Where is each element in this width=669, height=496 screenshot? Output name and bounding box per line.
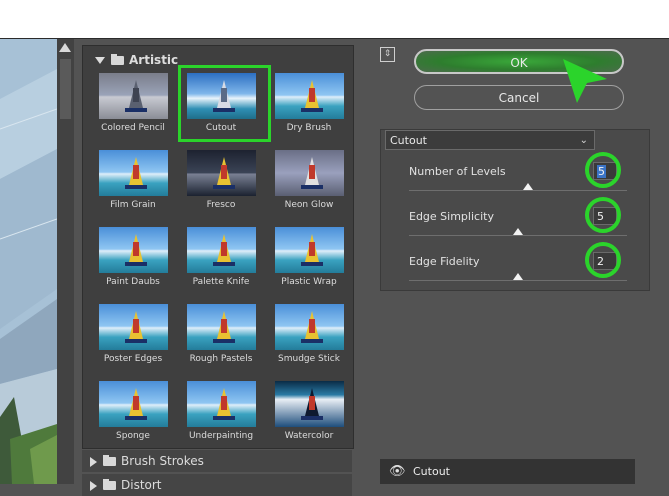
filter-preview-image [275,73,344,119]
edge-fidelity-knob[interactable] [513,273,523,280]
expand-triangle-icon[interactable] [95,57,105,64]
folder-icon [103,455,116,466]
annotation-circle [585,242,621,278]
folder-icon [111,54,124,65]
eye-icon[interactable]: 👁 [389,459,406,484]
preview-artwork [0,39,57,484]
filter-label: Smudge Stick [278,354,340,364]
filter-preview-image [99,150,168,196]
green-arrow-annotation [563,59,607,103]
filter-preview-image [99,73,168,119]
settings-column: ⇕ OK Cancel Cutout ⌄ Number of Levels 5 … [366,39,669,484]
number-of-levels-slider[interactable] [409,190,627,191]
filter-thumb-rough-pastels[interactable]: Rough Pastels [177,299,265,376]
filter-thumb-colored-pencil[interactable]: Colored Pencil [89,68,177,145]
category-label: Distort [121,478,162,492]
filter-preview-image [187,381,256,427]
filter-thumb-paint-daubs[interactable]: Paint Daubs [89,222,177,299]
filter-preview-image [187,150,256,196]
filter-select-value: Cutout [390,134,427,147]
filter-thumb-film-grain[interactable]: Film Grain [89,145,177,222]
number-of-levels-knob[interactable] [523,183,533,190]
filter-label: Poster Edges [103,354,163,364]
selected-filter-highlight [178,65,271,142]
filter-label: Plastic Wrap [281,277,337,287]
param-label-edge-simplicity: Edge Simplicity [409,210,494,223]
filter-label: Watercolor [284,431,334,441]
category-label: Brush Strokes [121,454,204,468]
zoom-toggle-icon[interactable]: ⇕ [380,47,395,62]
filter-label: Paint Daubs [106,277,160,287]
filter-thumb-palette-knife[interactable]: Palette Knife [177,222,265,299]
filter-thumb-dry-brush[interactable]: Dry Brush [265,68,353,145]
preview-scrollbar[interactable] [57,39,74,484]
filter-thumb-plastic-wrap[interactable]: Plastic Wrap [265,222,353,299]
filter-label: Film Grain [110,200,156,210]
filter-thumb-underpainting[interactable]: Underpainting [177,376,265,453]
filter-thumb-watercolor[interactable]: Watercolor [265,376,353,453]
filter-gallery: Artistic Colored Pencil Cutout Dry Brush… [74,39,366,496]
filter-thumb-poster-edges[interactable]: Poster Edges [89,299,177,376]
filter-label: Underpainting [188,431,254,441]
filter-preview-image [275,304,344,350]
image-preview[interactable] [0,39,57,484]
category-label: Artistic [129,53,179,67]
filter-thumb-fresco[interactable]: Fresco [177,145,265,222]
effect-layer-name: Cutout [413,465,450,478]
param-label-number-of-levels: Number of Levels [409,165,506,178]
filter-label: Fresco [206,200,236,210]
filter-thumb-neon-glow[interactable]: Neon Glow [265,145,353,222]
artistic-category-panel: Artistic Colored Pencil Cutout Dry Brush… [82,45,354,449]
effect-layer-row[interactable]: 👁 Cutout [380,459,635,484]
param-label-edge-fidelity: Edge Fidelity [409,255,480,268]
filter-label: Sponge [116,431,150,441]
folder-icon [103,479,116,490]
filter-label: Colored Pencil [101,123,165,133]
filter-preview-image [187,227,256,273]
filter-label: Neon Glow [284,200,334,210]
annotation-circle [585,152,621,188]
filter-preview-image [99,381,168,427]
filter-label: Rough Pastels [189,354,253,364]
category-header-distort[interactable]: Distort [82,474,352,496]
filter-preview-image [187,304,256,350]
filter-label: Dry Brush [286,123,332,133]
filter-select[interactable]: Cutout ⌄ [385,130,595,150]
expand-triangle-icon[interactable] [90,480,97,491]
category-header-artistic[interactable]: Artistic [95,53,178,67]
filter-thumb-smudge-stick[interactable]: Smudge Stick [265,299,353,376]
annotation-circle [585,197,621,233]
edge-simplicity-slider[interactable] [409,235,627,236]
filter-preview-image [99,304,168,350]
filter-label: Palette Knife [192,277,250,287]
scroll-up-icon[interactable] [59,43,71,52]
scroll-thumb[interactable] [60,59,71,119]
edge-simplicity-knob[interactable] [513,228,523,235]
filter-preview-image [275,150,344,196]
filter-preview-image [99,227,168,273]
chevron-down-icon: ⌄ [579,135,588,146]
filter-preview-image [275,227,344,273]
title-bar [0,0,669,39]
edge-fidelity-slider[interactable] [409,280,627,281]
filter-preview-image [275,381,344,427]
category-header-brush-strokes[interactable]: Brush Strokes [82,450,352,472]
filter-thumb-sponge[interactable]: Sponge [89,376,177,453]
expand-triangle-icon[interactable] [90,456,97,467]
